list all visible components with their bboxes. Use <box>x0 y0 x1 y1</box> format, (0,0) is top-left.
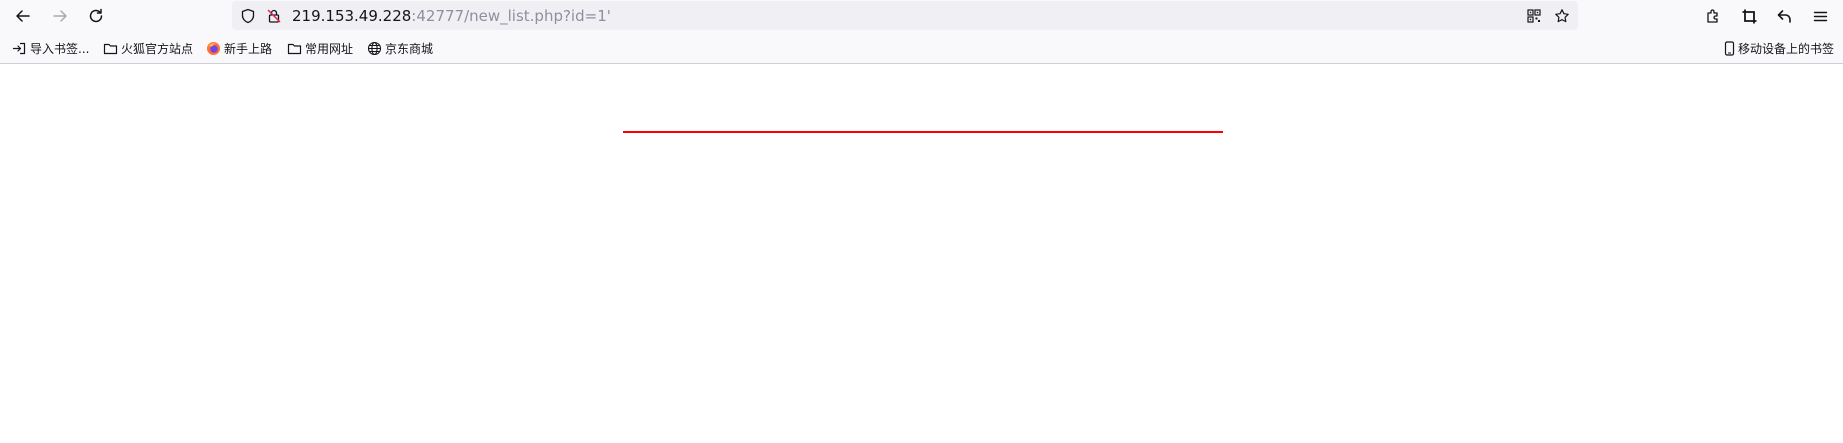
bookmark-star-icon[interactable] <box>1552 6 1572 26</box>
reply-button[interactable] <box>1772 4 1796 28</box>
puzzle-icon <box>1706 8 1718 23</box>
bookmark-label: 京东商城 <box>385 41 434 56</box>
mobile-bookmarks-label: 移动设备上的书签 <box>1738 41 1835 56</box>
bookmarks-toolbar: 导入书签... 火狐官方站点 新手上路 常用网址 京东商城 移动设备上的书签 <box>0 31 1843 64</box>
bookmark-firefox-official[interactable]: 火狐官方站点 <box>103 39 193 57</box>
url-host: 219.153.49.228 <box>292 7 412 25</box>
bookmark-label: 新手上路 <box>224 41 273 56</box>
screenshot-button[interactable] <box>1737 4 1761 28</box>
menu-button[interactable] <box>1808 4 1832 28</box>
import-icon <box>12 42 26 54</box>
address-bar[interactable]: 219.153.49.228:42777/new_list.php?id=1' <box>232 1 1578 30</box>
bookmark-label: 火狐官方站点 <box>121 41 194 56</box>
bookmark-import[interactable]: 导入书签... <box>12 39 89 57</box>
back-button[interactable] <box>11 4 35 28</box>
folder-icon <box>287 43 302 54</box>
url-text[interactable]: 219.153.49.228:42777/new_list.php?id=1' <box>292 7 611 25</box>
back-arrow-icon <box>16 10 30 22</box>
forward-button[interactable] <box>48 4 72 28</box>
reload-icon <box>89 8 103 23</box>
qr-code-icon[interactable] <box>1524 6 1544 26</box>
page-content <box>0 64 1843 443</box>
folder-icon <box>103 43 118 54</box>
mobile-device-icon <box>1724 40 1735 56</box>
red-horizontal-rule <box>623 131 1223 133</box>
forward-arrow-icon <box>53 10 67 22</box>
bookmark-label: 导入书签... <box>30 41 90 56</box>
bookmark-jd-mall[interactable]: 京东商城 <box>367 39 433 57</box>
bookmark-label: 常用网址 <box>305 41 354 56</box>
mobile-bookmarks[interactable]: 移动设备上的书签 <box>1722 39 1834 57</box>
hamburger-menu-icon <box>1813 11 1827 21</box>
firefox-icon <box>207 41 220 55</box>
insecure-lock-icon[interactable] <box>264 6 284 26</box>
bookmark-common-sites[interactable]: 常用网址 <box>287 39 353 57</box>
crop-icon <box>1742 9 1756 23</box>
tracking-protection-shield-icon[interactable] <box>238 6 258 26</box>
globe-icon <box>367 41 382 55</box>
bookmark-getting-started[interactable]: 新手上路 <box>206 39 272 57</box>
reply-arrow-icon <box>1777 9 1791 23</box>
url-path: :42777/new_list.php?id=1' <box>411 7 611 25</box>
reload-button[interactable] <box>84 4 108 28</box>
extensions-button[interactable] <box>1701 4 1725 28</box>
browser-toolbar: 219.153.49.228:42777/new_list.php?id=1' <box>0 0 1843 31</box>
